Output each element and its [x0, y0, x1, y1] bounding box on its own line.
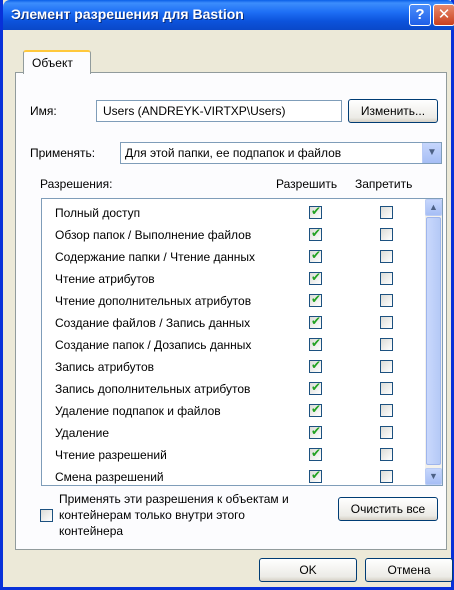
- allow-checkbox[interactable]: [309, 446, 322, 461]
- tab-panel: Имя: Users (ANDREYK-VIRTXP\Users) Измени…: [15, 72, 447, 550]
- permission-name: Создание файлов / Запись данных: [55, 316, 251, 330]
- deny-checkbox[interactable]: [380, 382, 393, 395]
- apply-inside-label: Применять эти разрешения к объектам и ко…: [59, 492, 289, 538]
- permission-row[interactable]: Создание файлов / Запись данных: [42, 313, 422, 333]
- permission-row[interactable]: Чтение разрешений: [42, 445, 422, 465]
- apply-to-label: Применять:: [30, 146, 96, 160]
- allow-column-header: Разрешить: [276, 177, 338, 191]
- permission-row[interactable]: Удаление: [42, 423, 422, 443]
- permission-row[interactable]: Обзор папок / Выполнение файлов: [42, 225, 422, 245]
- permission-name: Удаление подпапок и файлов: [55, 404, 221, 418]
- permission-row[interactable]: Чтение атрибутов: [42, 269, 422, 289]
- cancel-button[interactable]: Отмена: [365, 558, 453, 582]
- deny-checkbox[interactable]: [380, 338, 393, 351]
- deny-column-header: Запретить: [355, 177, 413, 191]
- allow-checkbox[interactable]: [309, 204, 322, 219]
- clear-all-button[interactable]: Очистить все: [338, 497, 438, 521]
- permission-row[interactable]: Запись дополнительных атрибутов: [42, 379, 422, 399]
- deny-checkbox[interactable]: [380, 426, 393, 439]
- permission-name: Обзор папок / Выполнение файлов: [55, 228, 252, 242]
- allow-checkbox[interactable]: [309, 314, 322, 329]
- permission-name: Запись дополнительных атрибутов: [55, 382, 251, 396]
- allow-checkbox[interactable]: [309, 292, 322, 307]
- scrollbar[interactable]: ▲ ▼: [425, 199, 442, 485]
- change-button[interactable]: Изменить...: [348, 99, 438, 123]
- permission-row[interactable]: Содержание папки / Чтение данных: [42, 247, 422, 267]
- allow-checkbox[interactable]: [309, 358, 322, 373]
- permissions-list[interactable]: Полный доступ Обзор папок / Выполнение фа…: [41, 198, 443, 486]
- deny-checkbox[interactable]: [380, 272, 393, 285]
- scroll-down-icon[interactable]: ▼: [425, 468, 442, 485]
- allow-checkbox[interactable]: [309, 336, 322, 351]
- permission-row[interactable]: Запись атрибутов: [42, 357, 422, 377]
- deny-checkbox[interactable]: [380, 404, 393, 417]
- permission-name: Полный доступ: [55, 206, 141, 220]
- permission-row[interactable]: Полный доступ: [42, 203, 422, 223]
- tab-object[interactable]: Объект: [23, 50, 91, 74]
- deny-checkbox[interactable]: [380, 250, 393, 263]
- chevron-down-icon[interactable]: ▼: [422, 143, 441, 163]
- deny-checkbox[interactable]: [380, 228, 393, 241]
- deny-checkbox[interactable]: [380, 448, 393, 461]
- ok-button[interactable]: OK: [259, 558, 357, 582]
- help-button[interactable]: ?: [409, 4, 431, 26]
- permission-row[interactable]: Удаление подпапок и файлов: [42, 401, 422, 421]
- permission-name: Содержание папки / Чтение данных: [55, 250, 256, 264]
- allow-checkbox[interactable]: [309, 402, 322, 417]
- allow-checkbox[interactable]: [309, 248, 322, 263]
- permission-name: Чтение разрешений: [55, 448, 167, 462]
- apply-to-select[interactable]: Для этой папки, ее подпапок и файлов ▼: [120, 142, 442, 164]
- permission-name: Создание папок / Дозапись данных: [55, 338, 252, 352]
- permission-entry-dialog: Элемент разрешения для Bastion ? ✕ Объек…: [0, 0, 454, 590]
- window-title: Элемент разрешения для Bastion: [11, 6, 244, 22]
- deny-checkbox[interactable]: [380, 360, 393, 373]
- scroll-thumb[interactable]: [426, 217, 441, 465]
- name-field[interactable]: Users (ANDREYK-VIRTXP\Users): [96, 100, 342, 122]
- name-label: Имя:: [30, 104, 57, 118]
- deny-checkbox[interactable]: [380, 470, 393, 483]
- deny-checkbox[interactable]: [380, 206, 393, 219]
- allow-checkbox[interactable]: [309, 270, 322, 285]
- permission-name: Чтение дополнительных атрибутов: [55, 294, 252, 308]
- allow-checkbox[interactable]: [309, 424, 322, 439]
- title-bar[interactable]: Элемент разрешения для Bastion ? ✕: [3, 0, 454, 30]
- permission-name: Чтение атрибутов: [55, 272, 155, 286]
- help-icon: ?: [415, 6, 425, 23]
- allow-checkbox[interactable]: [309, 226, 322, 241]
- allow-checkbox[interactable]: [309, 468, 322, 483]
- apply-inside-checkbox[interactable]: [40, 509, 53, 522]
- apply-to-value: Для этой папки, ее подпапок и файлов: [125, 146, 342, 160]
- allow-checkbox[interactable]: [309, 380, 322, 395]
- permissions-header: Разрешения:: [40, 177, 113, 191]
- permission-row[interactable]: Смена разрешений: [42, 467, 422, 485]
- permission-name: Смена разрешений: [55, 470, 164, 484]
- permission-name: Удаление: [55, 426, 110, 440]
- permission-name: Запись атрибутов: [55, 360, 155, 374]
- close-icon: ✕: [437, 6, 451, 23]
- permission-row[interactable]: Чтение дополнительных атрибутов: [42, 291, 422, 311]
- permission-row[interactable]: Создание папок / Дозапись данных: [42, 335, 422, 355]
- close-button[interactable]: ✕: [433, 4, 454, 26]
- deny-checkbox[interactable]: [380, 294, 393, 307]
- scroll-up-icon[interactable]: ▲: [425, 199, 442, 216]
- deny-checkbox[interactable]: [380, 316, 393, 329]
